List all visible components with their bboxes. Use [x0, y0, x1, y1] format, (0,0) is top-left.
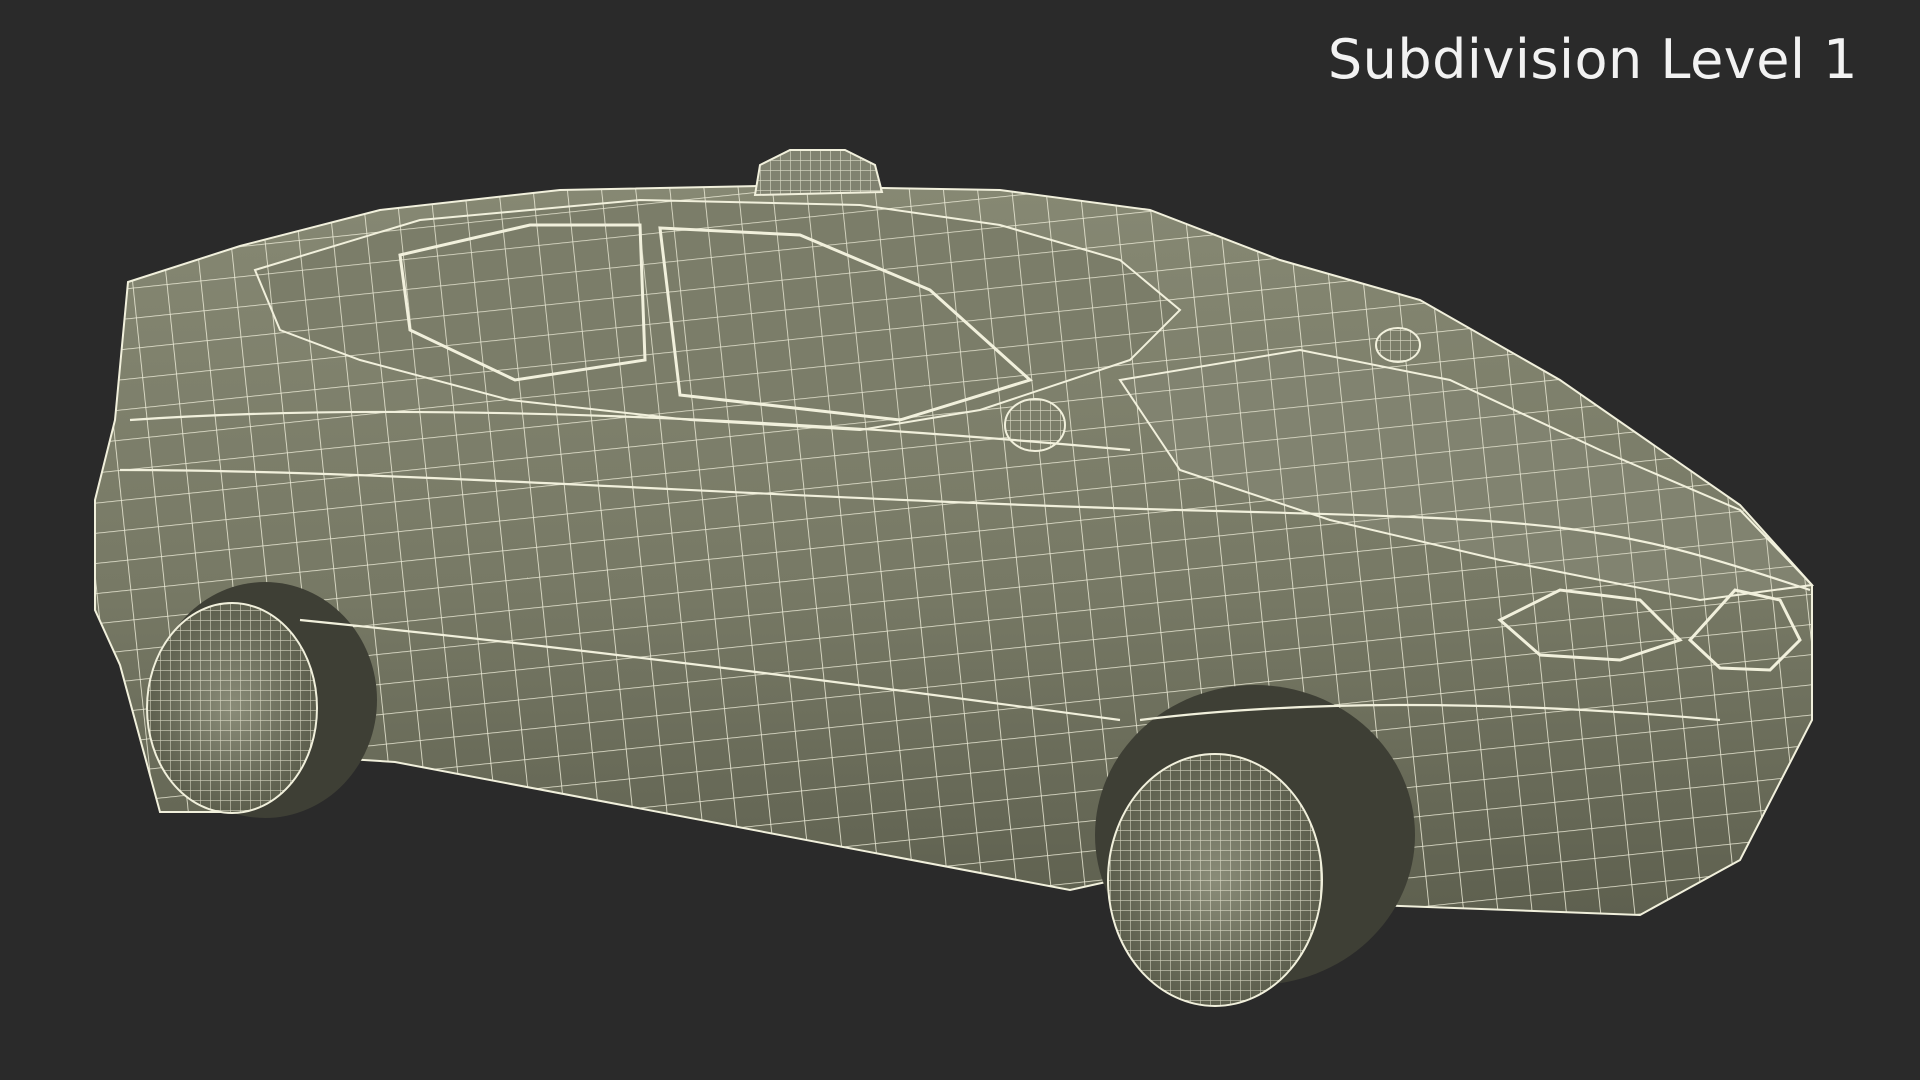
roof-light: [753, 149, 884, 197]
side-mirror-right: [1375, 327, 1421, 363]
render-viewport: Subdivision Level 1: [0, 0, 1920, 1080]
car-wireframe-model: [94, 149, 1815, 1007]
front-wheel: [1095, 685, 1415, 1007]
